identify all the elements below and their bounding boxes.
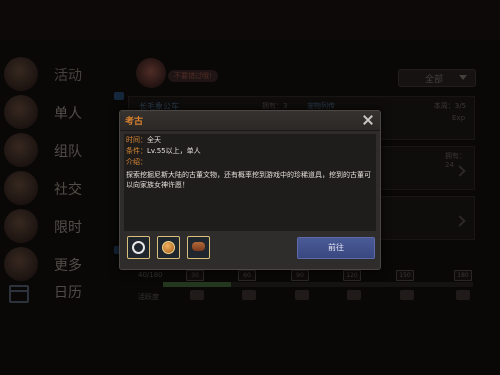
- magnifier-gem-icon: [162, 241, 175, 254]
- dialog-title: 考古: [125, 117, 144, 127]
- activity-detail-dialog: 考古 时间：全天 条件：Lv.55以上，单人 介绍： 探索挖掘尼斯大陆的古董文物…: [119, 110, 381, 270]
- time-value: 全天: [147, 136, 161, 144]
- dialog-body: 时间：全天 条件：Lv.55以上，单人 介绍： 探索挖掘尼斯大陆的古董文物，还有…: [124, 134, 376, 231]
- ring-icon: [132, 241, 145, 254]
- game-screen: 活动 单人 组队 社交 限时 更多 日历 不要错过哦! 全部 长毛象公车 拥有：…: [0, 0, 500, 375]
- reward-item[interactable]: [157, 236, 180, 259]
- close-icon[interactable]: [362, 114, 374, 126]
- reward-item[interactable]: [127, 236, 150, 259]
- intro-label: 介绍：: [126, 158, 147, 166]
- activity-description: 探索挖掘尼斯大陆的古董文物，还有概率挖到游戏中的珍稀道具，挖到的古董可以向家族女…: [126, 171, 371, 189]
- condition-value: Lv.55以上，单人: [147, 147, 201, 155]
- reward-item[interactable]: [187, 236, 210, 259]
- condition-label: 条件：: [126, 147, 147, 155]
- time-line: 时间：全天: [126, 136, 161, 145]
- dialog-title-bar: 考古: [120, 111, 380, 131]
- condition-line: 条件：Lv.55以上，单人: [126, 147, 201, 156]
- treat-icon: [192, 242, 205, 251]
- time-label: 时间：: [126, 136, 147, 144]
- intro-line: 介绍：: [126, 158, 147, 167]
- goto-button[interactable]: 前往: [297, 237, 375, 259]
